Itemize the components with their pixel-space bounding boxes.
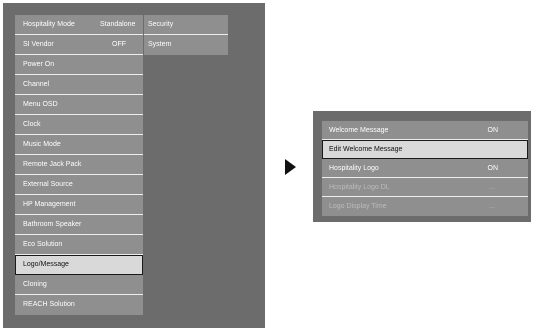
option-label: Edit Welcome Message <box>329 146 403 153</box>
option-value: ON <box>487 127 499 134</box>
menu-item-system[interactable]: System <box>144 35 228 55</box>
menu-item-label: External Source <box>23 181 73 188</box>
option-label: Hospitality Logo DL <box>329 184 390 191</box>
menu-item-label: SI Vendor <box>23 41 54 48</box>
logo-message-menu: Welcome Message ON Edit Welcome Message … <box>322 121 528 216</box>
menu-item-label: Music Mode <box>23 141 61 148</box>
menu-item-label: Remote Jack Pack <box>23 161 82 168</box>
option-hospitality-logo[interactable]: Hospitality Logo ON <box>322 159 528 178</box>
menu-item-cloning[interactable]: Cloning <box>15 275 143 295</box>
menu-item-bathroom-speaker[interactable]: Bathroom Speaker <box>15 215 143 235</box>
option-value: ... <box>489 184 495 191</box>
option-hospitality-logo-dl: Hospitality Logo DL ... <box>322 178 528 197</box>
menu-item-label: Eco Solution <box>23 241 63 248</box>
menu-item-label: Clock <box>23 121 41 128</box>
option-logo-display-time: Logo Display Time ... <box>322 197 528 216</box>
menu-item-logo-message[interactable]: Logo/Message <box>15 255 143 275</box>
menu-item-music-mode[interactable]: Music Mode <box>15 135 143 155</box>
menu-item-hp-management[interactable]: HP Management <box>15 195 143 215</box>
menu-item-value: Standalone <box>100 21 136 28</box>
arrow-right-icon <box>285 159 296 175</box>
menu-item-label: REACH Solution <box>23 301 75 308</box>
menu-item-menu-osd[interactable]: Menu OSD <box>15 95 143 115</box>
menu-item-label: HP Management <box>23 201 76 208</box>
menu-item-external-source[interactable]: External Source <box>15 175 143 195</box>
menu-item-security[interactable]: Security <box>144 15 228 35</box>
menu-item-label: Bathroom Speaker <box>23 221 82 228</box>
menu-item-label: Hospitality Mode <box>23 21 75 28</box>
option-value: ON <box>487 165 499 172</box>
menu-item-label: Menu OSD <box>23 101 58 108</box>
option-label: Logo Display Time <box>329 203 387 210</box>
side-menu: Security System <box>144 15 228 55</box>
menu-item-label: Cloning <box>23 281 47 288</box>
option-label: Hospitality Logo <box>329 165 379 172</box>
menu-item-eco-solution[interactable]: Eco Solution <box>15 235 143 255</box>
option-edit-welcome-message[interactable]: Edit Welcome Message <box>322 140 528 159</box>
menu-item-reach-solution[interactable]: REACH Solution <box>15 295 143 315</box>
option-value: ... <box>489 203 495 210</box>
menu-item-label: Logo/Message <box>23 261 69 268</box>
menu-item-label: Power On <box>23 61 55 68</box>
menu-item-hospitality-mode[interactable]: Hospitality Mode Standalone <box>15 15 143 35</box>
menu-item-clock[interactable]: Clock <box>15 115 143 135</box>
menu-item-si-vendor[interactable]: SI Vendor OFF <box>15 35 143 55</box>
option-label: Welcome Message <box>329 127 389 134</box>
menu-item-power-on[interactable]: Power On <box>15 55 143 75</box>
menu-item-value: OFF <box>112 41 126 48</box>
menu-item-remote-jack-pack[interactable]: Remote Jack Pack <box>15 155 143 175</box>
menu-item-channel[interactable]: Channel <box>15 75 143 95</box>
menu-item-label: Channel <box>23 81 50 88</box>
hotel-mode-menu: Hospitality Mode Standalone SI Vendor OF… <box>15 15 143 315</box>
hotel-mode-panel: Hospitality Mode Standalone SI Vendor OF… <box>3 3 265 328</box>
option-welcome-message[interactable]: Welcome Message ON <box>322 121 528 140</box>
logo-message-panel: Welcome Message ON Edit Welcome Message … <box>313 111 531 222</box>
